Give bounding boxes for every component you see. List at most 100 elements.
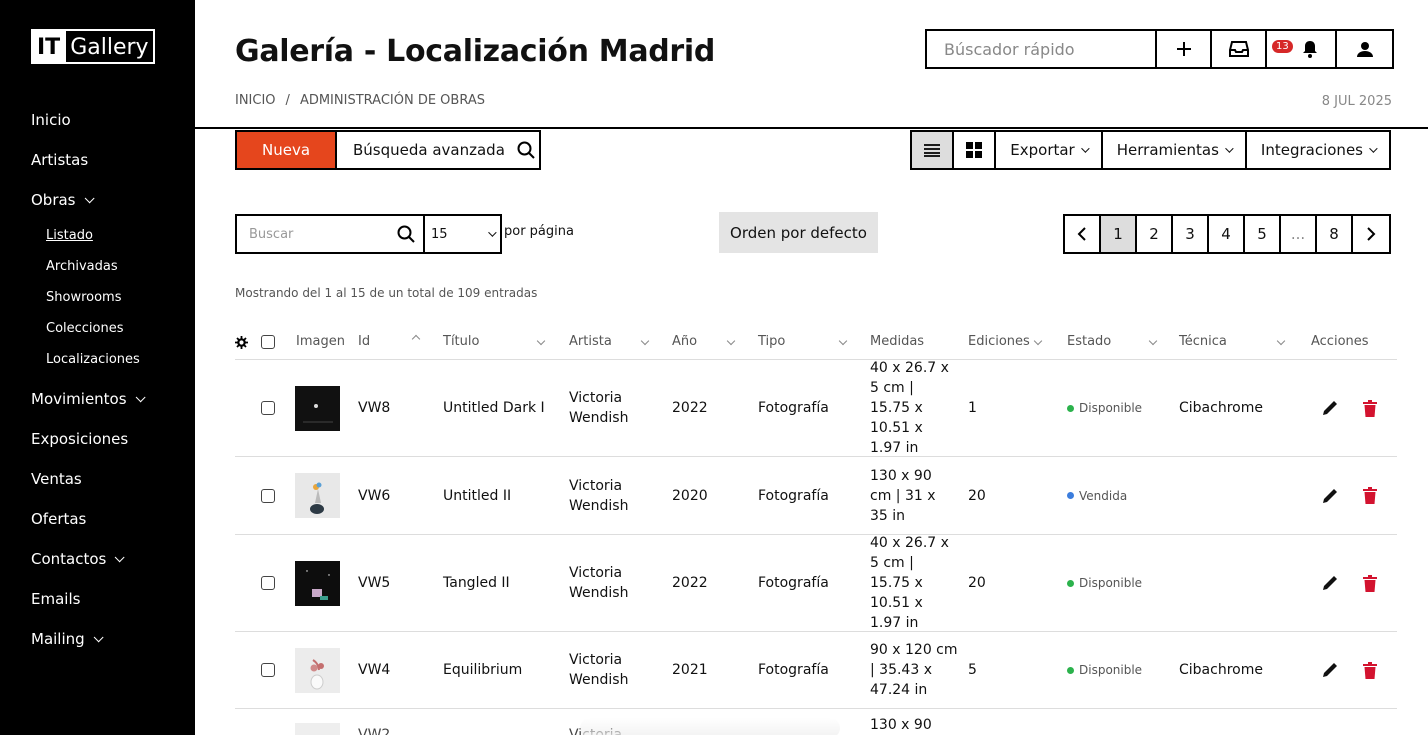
breadcrumb-home[interactable]: INICIO — [235, 93, 276, 108]
delete-button[interactable] — [1363, 360, 1377, 456]
edit-button[interactable] — [1321, 535, 1339, 631]
user-menu-button[interactable] — [1337, 31, 1392, 67]
next-page-button[interactable] — [1353, 216, 1389, 252]
sidebar-item-obras[interactable]: Obras — [31, 180, 191, 220]
breadcrumb-current[interactable]: ADMINISTRACIÓN DE OBRAS — [300, 93, 485, 108]
page-3-button[interactable]: 3 — [1173, 216, 1209, 252]
sidebar-item-ofertas[interactable]: Ofertas — [31, 499, 191, 539]
list-view-button[interactable] — [912, 132, 955, 168]
tools-dropdown[interactable]: Herramientas — [1103, 132, 1247, 168]
trash-icon — [1363, 574, 1377, 592]
integrations-dropdown[interactable]: Integraciones — [1247, 132, 1389, 168]
artwork-id[interactable]: VW8 — [358, 360, 390, 456]
page-2-button[interactable]: 2 — [1137, 216, 1173, 252]
page-4-button[interactable]: 4 — [1209, 216, 1245, 252]
edit-button[interactable] — [1321, 360, 1339, 456]
artwork-thumbnail[interactable] — [295, 709, 340, 735]
status-dot — [1067, 666, 1074, 674]
col-titulo[interactable]: Título — [443, 334, 548, 349]
row-checkbox[interactable] — [261, 535, 275, 631]
artwork-artist[interactable]: Victoria Wendish — [569, 535, 649, 631]
sidebar-subitem-colecciones[interactable]: Colecciones — [46, 313, 191, 344]
col-artista[interactable]: Artista — [569, 334, 651, 349]
page-5-button[interactable]: 5 — [1245, 216, 1281, 252]
row-checkbox[interactable] — [261, 360, 275, 456]
advanced-search-button[interactable]: Búsqueda avanzada — [337, 132, 539, 168]
artwork-editions: 1 — [968, 400, 977, 416]
delete-button[interactable] — [1363, 535, 1377, 631]
row-checkbox[interactable] — [261, 632, 275, 708]
col-tecnica[interactable]: Técnica — [1179, 334, 1287, 349]
prev-page-button[interactable] — [1065, 216, 1101, 252]
column-settings-button[interactable] — [235, 336, 248, 349]
col-estado[interactable]: Estado — [1067, 334, 1159, 349]
chevron-left-icon — [1077, 227, 1086, 241]
delete-button[interactable] — [1363, 457, 1377, 534]
sidebar-item-ventas[interactable]: Ventas — [31, 459, 191, 499]
artwork-thumbnail[interactable] — [295, 457, 340, 534]
sidebar-item-artistas[interactable]: Artistas — [31, 140, 191, 180]
new-button[interactable]: Nueva — [237, 132, 337, 168]
artwork-artist[interactable]: Victoria Wendish — [569, 360, 649, 456]
artwork-thumbnail[interactable] — [295, 360, 340, 456]
artwork-id[interactable]: VW4 — [358, 632, 390, 708]
artwork-thumbnail[interactable] — [295, 632, 340, 708]
brand-logo[interactable]: IT Gallery — [31, 29, 155, 64]
notifications-button[interactable]: 13 — [1267, 31, 1337, 67]
select-all-checkbox[interactable] — [261, 335, 275, 349]
col-ano-label: Año — [672, 334, 698, 349]
row-checkbox[interactable] — [261, 457, 275, 534]
sidebar-item-exposiciones[interactable]: Exposiciones — [31, 419, 191, 459]
checkbox-box — [261, 335, 275, 349]
artwork-type: Fotografía — [758, 400, 829, 416]
artwork-thumbnail[interactable] — [295, 535, 340, 631]
artwork-artist[interactable]: Victoria Wendish — [569, 632, 649, 708]
sidebar: IT Gallery Inicio Artistas Obras Listado… — [0, 0, 195, 735]
delete-button[interactable] — [1363, 632, 1377, 708]
inbox-button[interactable] — [1212, 31, 1267, 67]
sidebar-item-label: Contactos — [31, 550, 107, 568]
artwork-title[interactable]: Tangled II — [443, 535, 510, 631]
col-id[interactable]: Id — [358, 334, 423, 349]
sidebar-item-emails[interactable]: Emails — [31, 579, 191, 619]
sort-icon — [640, 336, 650, 346]
col-ano[interactable]: Año — [672, 334, 737, 349]
col-ediciones[interactable]: Ediciones — [968, 334, 1048, 349]
sidebar-subitem-listado[interactable]: Listado — [46, 220, 191, 251]
edit-button[interactable] — [1321, 457, 1339, 534]
artwork-id[interactable]: VW6 — [358, 457, 390, 534]
sidebar-subitem-showrooms[interactable]: Showrooms — [46, 282, 191, 313]
sidebar-subitem-archivadas[interactable]: Archivadas — [46, 251, 191, 282]
artwork-size: 40 x 26.7 x 5 cm | 15.75 x 10.51 x 1.97 … — [870, 535, 949, 631]
plus-icon — [1176, 42, 1191, 56]
default-order-button[interactable]: Orden por defecto — [719, 212, 878, 253]
chevron-down-icon — [135, 391, 146, 402]
per-page-select[interactable]: 15 — [425, 216, 500, 252]
edit-button[interactable] — [1321, 632, 1339, 708]
grid-view-button[interactable] — [954, 132, 997, 168]
sidebar-item-mailing[interactable]: Mailing — [31, 619, 191, 659]
artwork-title[interactable]: Untitled Dark I — [443, 360, 545, 456]
artwork-year: 2021 — [672, 662, 708, 678]
sidebar-subitem-localizaciones[interactable]: Localizaciones — [46, 344, 191, 375]
artwork-size: 90 x 120 cm | 35.43 x 47.24 in — [870, 642, 958, 698]
export-dropdown[interactable]: Exportar — [996, 132, 1103, 168]
notification-count-badge: 13 — [1272, 40, 1293, 53]
sidebar-item-contactos[interactable]: Contactos — [31, 539, 191, 579]
page-1-button[interactable]: 1 — [1101, 216, 1137, 252]
artwork-title[interactable]: Untitled II — [443, 457, 511, 534]
status-label: Disponible — [1079, 576, 1143, 590]
col-tipo[interactable]: Tipo — [758, 334, 850, 349]
artwork-size: 130 x 90 — [870, 717, 932, 733]
artwork-id[interactable]: VW2 — [358, 709, 390, 735]
artwork-artist[interactable]: Victoria Wendish — [569, 457, 649, 534]
page-8-button[interactable]: 8 — [1317, 216, 1353, 252]
artwork-id[interactable]: VW5 — [358, 535, 390, 631]
sidebar-item-inicio[interactable]: Inicio — [31, 100, 191, 140]
table-search-input[interactable]: Buscar — [237, 216, 425, 252]
chevron-down-icon — [93, 631, 104, 642]
sidebar-item-movimientos[interactable]: Movimientos — [31, 379, 191, 419]
quick-search-input[interactable]: Búscador rápido — [927, 31, 1157, 67]
artwork-title[interactable]: Equilibrium — [443, 632, 522, 708]
add-button[interactable] — [1157, 31, 1212, 67]
